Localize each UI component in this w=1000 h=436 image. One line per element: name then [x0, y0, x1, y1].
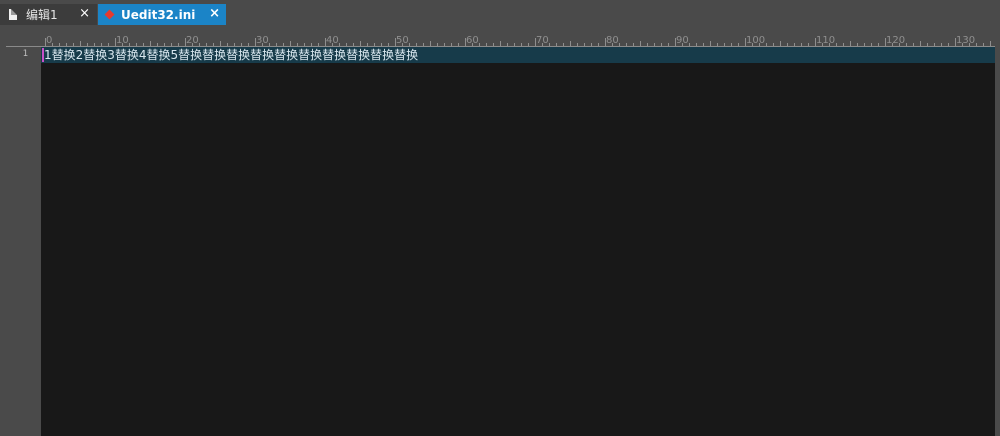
text-editor[interactable]: 1替换2替换3替换4替换5替换替换替换替换替换替换替换替换替换替换 — [41, 47, 995, 436]
ruler-label: 30 — [256, 35, 269, 46]
ruler-label: 20 — [186, 35, 199, 46]
close-icon[interactable]: × — [79, 6, 90, 21]
ruler-label: 40 — [326, 35, 339, 46]
ruler-label: 10 — [116, 35, 129, 46]
gutter-divider — [6, 46, 41, 47]
line-number-gutter: 1 — [0, 26, 41, 436]
ruler-label: 0 — [46, 35, 52, 46]
ruler-label: 50 — [396, 35, 409, 46]
file-icon — [9, 9, 17, 20]
tab-label: 编辑1 — [26, 8, 58, 22]
tab-uedit32-ini[interactable]: Uedit32.ini × — [98, 4, 226, 25]
ruler-label: 120 — [886, 35, 905, 46]
editor-line[interactable]: 1替换2替换3替换4替换5替换替换替换替换替换替换替换替换替换替换 — [44, 47, 418, 63]
ruler-label: 70 — [536, 35, 549, 46]
editor-window: 编辑1 × Uedit32.ini × 1 0 10 20 30 40 50 60 70 80 9… — [0, 0, 1000, 436]
tab-edit1[interactable]: 编辑1 × — [0, 4, 97, 25]
line-number: 1 — [22, 49, 28, 59]
vertical-scrollbar[interactable] — [995, 26, 1000, 436]
ruler-label: 110 — [816, 35, 835, 46]
close-icon[interactable]: × — [209, 6, 220, 21]
current-line-highlight: 1替换2替换3替换4替换5替换替换替换替换替换替换替换替换替换替换 — [41, 47, 995, 63]
ruler-label: 60 — [466, 35, 479, 46]
ruler-label: 130 — [956, 35, 975, 46]
ruler-ticks: 0 10 20 30 40 50 60 70 80 90 100 110 120 130 — [45, 35, 998, 46]
ruler-label: 100 — [746, 35, 765, 46]
column-ruler[interactable]: 0 10 20 30 40 50 60 70 80 90 100 110 120 130 — [41, 26, 1000, 47]
tab-label: Uedit32.ini — [121, 7, 196, 22]
ruler-label: 80 — [606, 35, 619, 46]
tab-bar: 编辑1 × Uedit32.ini × — [0, 0, 1000, 26]
diamond-icon — [104, 9, 115, 20]
ruler-label: 90 — [676, 35, 689, 46]
